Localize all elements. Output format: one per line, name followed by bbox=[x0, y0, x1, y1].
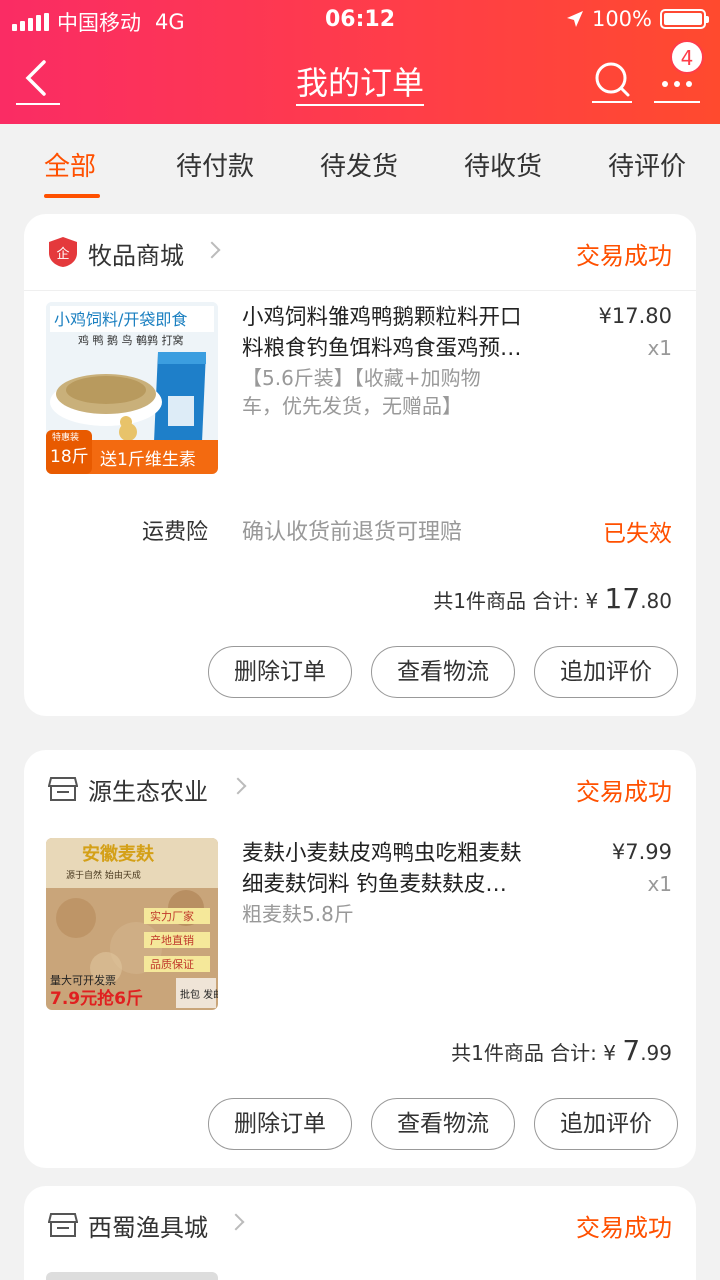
view-logistics-button[interactable]: 查看物流 bbox=[371, 646, 515, 698]
message-badge: 4 bbox=[670, 40, 704, 74]
divider bbox=[24, 290, 696, 291]
status-right: 100% bbox=[566, 7, 709, 31]
chevron-right-icon bbox=[203, 241, 221, 259]
shop-header[interactable]: 西蜀渔具城 交易成功 bbox=[24, 1186, 696, 1262]
shop-name: 西蜀渔具城 bbox=[88, 1214, 208, 1242]
enterprise-shop-icon: 企 bbox=[49, 237, 77, 267]
store-icon bbox=[48, 777, 78, 801]
header-bar: 中国移动 4G 06:12 100% 我的订单 4 bbox=[0, 0, 720, 124]
order-status: 交易成功 bbox=[576, 778, 672, 806]
carrier-info: 中国移动 4G bbox=[12, 7, 185, 37]
tab-pending-receipt[interactable]: 待收货 bbox=[464, 146, 542, 183]
back-button[interactable] bbox=[14, 56, 62, 106]
product-thumbnail[interactable] bbox=[46, 1272, 218, 1280]
order-tabs: 全部 待付款 待发货 待收货 待评价 bbox=[0, 124, 720, 206]
thumb-subtitle: 源于自然 始由天成 bbox=[66, 869, 141, 881]
thumb-badge-2: 产地直销 bbox=[150, 933, 194, 947]
tab-pending-payment[interactable]: 待付款 bbox=[176, 146, 254, 183]
product-thumbnail[interactable]: 安徽麦麸 源于自然 始由天成 实力厂家 产地直销 品质保证 量大可开发票 7.9… bbox=[46, 838, 218, 1010]
signal-icon bbox=[12, 13, 49, 31]
more-dots-icon bbox=[654, 81, 700, 103]
search-icon bbox=[592, 62, 632, 103]
tab-pending-shipment[interactable]: 待发货 bbox=[320, 146, 398, 183]
back-arrow-icon bbox=[16, 60, 60, 105]
more-button[interactable] bbox=[652, 68, 702, 104]
nav-bar: 我的订单 4 bbox=[0, 40, 720, 124]
thumb-headline: 小鸡饲料/开袋即食 bbox=[54, 310, 187, 329]
tab-pending-review[interactable]: 待评价 bbox=[608, 146, 686, 183]
battery-icon bbox=[660, 9, 709, 29]
product-title[interactable]: 小鸡饲料雏鸡鸭鹅颗粒料开口 料粮食钓鱼饵料鸡食蛋鸡预… bbox=[242, 302, 562, 364]
store-icon bbox=[48, 1213, 78, 1237]
view-logistics-button[interactable]: 查看物流 bbox=[371, 1098, 515, 1150]
shop-header[interactable]: 源生态农业 交易成功 bbox=[24, 750, 696, 826]
active-tab-indicator bbox=[44, 194, 100, 198]
thumb-weight: 18斤 bbox=[50, 447, 89, 467]
delete-order-button[interactable]: 删除订单 bbox=[208, 1098, 352, 1150]
product-sku: 粗麦麸5.8斤 bbox=[242, 902, 354, 926]
thumb-promo: 7.9元抢6斤 bbox=[50, 988, 143, 1009]
product-quantity: x1 bbox=[647, 872, 672, 896]
status-bar: 中国移动 4G 06:12 100% bbox=[0, 0, 720, 40]
product-price: ¥7.99 bbox=[611, 840, 672, 864]
thumb-subtitle: 鸡 鸭 鹅 鸟 鹌鹑 打窝 bbox=[78, 333, 183, 347]
thumb-ship: 批包 发邮 bbox=[180, 988, 218, 1001]
shop-name: 源生态农业 bbox=[88, 778, 208, 806]
shipping-insurance-status: 已失效 bbox=[603, 521, 672, 547]
wheat-bran-image: 安徽麦麸 源于自然 始由天成 实力厂家 产地直销 品质保证 量大可开发票 7.9… bbox=[46, 838, 218, 1010]
search-button[interactable] bbox=[590, 58, 634, 104]
thumb-badge-3: 品质保证 bbox=[150, 957, 194, 971]
thumb-headline: 安徽麦麸 bbox=[82, 843, 155, 865]
thumb-invoice: 量大可开发票 bbox=[50, 973, 116, 987]
order-total: 共1件商品 合计: ¥ 17.80 bbox=[433, 582, 672, 615]
shop-header[interactable]: 企 牧品商城 交易成功 bbox=[24, 214, 696, 290]
shop-name: 牧品商城 bbox=[88, 242, 184, 270]
location-icon bbox=[566, 11, 583, 27]
product-title[interactable]: 麦麸小麦麸皮鸡鸭虫吃粗麦麸 细麦麸饲料 钓鱼麦麸麸皮… bbox=[242, 838, 562, 900]
shipping-insurance-desc: 确认收货前退货可理赔 bbox=[242, 520, 463, 545]
add-review-button[interactable]: 追加评价 bbox=[534, 646, 678, 698]
add-review-button[interactable]: 追加评价 bbox=[534, 1098, 678, 1150]
order-card: 西蜀渔具城 交易成功 bbox=[24, 1186, 696, 1280]
order-status: 交易成功 bbox=[576, 242, 672, 270]
order-card: 源生态农业 交易成功 安徽麦麸 源于自然 始由天成 实力厂家 产地直销 品质保证… bbox=[24, 750, 696, 1168]
delete-order-button[interactable]: 删除订单 bbox=[208, 646, 352, 698]
carrier-name: 中国移动 bbox=[57, 11, 141, 35]
product-quantity: x1 bbox=[647, 336, 672, 360]
order-status: 交易成功 bbox=[576, 1214, 672, 1242]
product-sku: 【5.6斤装】【收藏+加购物 车，优先发货，无赠品】 bbox=[242, 366, 481, 418]
order-card: 企 牧品商城 交易成功 小鸡饲料/开袋即食 鸡 鸭 鹅 鸟 鹌鹑 打窝 特惠装 … bbox=[24, 214, 696, 716]
svg-text:企: 企 bbox=[56, 246, 69, 262]
thumb-badge-1: 实力厂家 bbox=[150, 909, 194, 923]
product-thumbnail[interactable]: 小鸡饲料/开袋即食 鸡 鸭 鹅 鸟 鹌鹑 打窝 特惠装 18斤 送1斤维生素 bbox=[46, 302, 218, 474]
tab-all[interactable]: 全部 bbox=[44, 146, 96, 183]
order-total: 共1件商品 合计: ¥ 7.99 bbox=[451, 1034, 672, 1067]
battery-percent: 100% bbox=[591, 7, 652, 31]
feed-bag-image: 小鸡饲料/开袋即食 鸡 鸭 鹅 鸟 鹌鹑 打窝 特惠装 18斤 送1斤维生素 bbox=[46, 302, 218, 474]
chevron-right-icon bbox=[227, 1213, 245, 1231]
thumb-promo: 送1斤维生素 bbox=[100, 450, 196, 470]
shipping-insurance-label: 运费险 bbox=[142, 520, 209, 545]
chevron-right-icon bbox=[229, 777, 247, 795]
network-type: 4G bbox=[155, 10, 185, 34]
product-price: ¥17.80 bbox=[598, 304, 672, 328]
thumb-tag: 特惠装 bbox=[52, 431, 79, 443]
